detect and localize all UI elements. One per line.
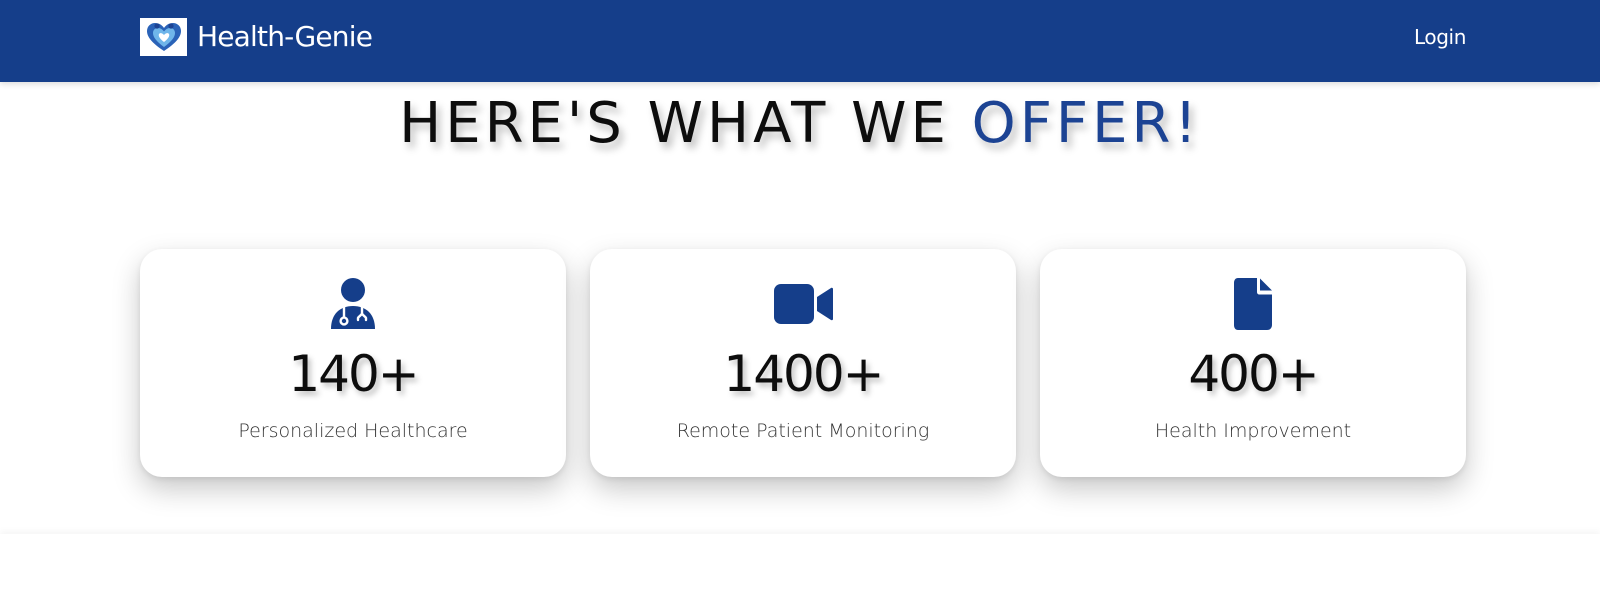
stat-card-personalized-healthcare: 140+ Personalized Healthcare [140,249,566,477]
headline-accent: OFFER! [971,91,1201,156]
stat-label: Personalized Healthcare [238,420,468,442]
doctor-icon [140,276,566,332]
section-heading: HERE'S WHAT WE OFFER! [0,88,1600,160]
stat-number: 1400+ [723,345,884,403]
heart-people-logo-icon [140,18,187,56]
stat-card-health-improvement: 400+ Health Improvement [1040,249,1466,477]
navbar: Health-Genie Login [0,0,1600,82]
stat-number: 140+ [288,345,419,403]
headline-main: HERE'S WHAT WE [399,91,972,156]
stat-label: Remote Patient Monitoring [676,420,930,442]
brand-link[interactable]: Health-Genie [140,18,373,56]
next-section [0,534,1600,601]
stat-card-remote-patient-monitoring: 1400+ Remote Patient Monitoring [590,249,1016,477]
video-camera-icon [590,276,1016,332]
stat-number: 400+ [1188,345,1319,403]
brand-name: Health-Genie [197,20,373,53]
document-icon [1040,276,1466,332]
login-link[interactable]: Login [1414,22,1466,52]
stat-label: Health Improvement [1154,420,1352,442]
